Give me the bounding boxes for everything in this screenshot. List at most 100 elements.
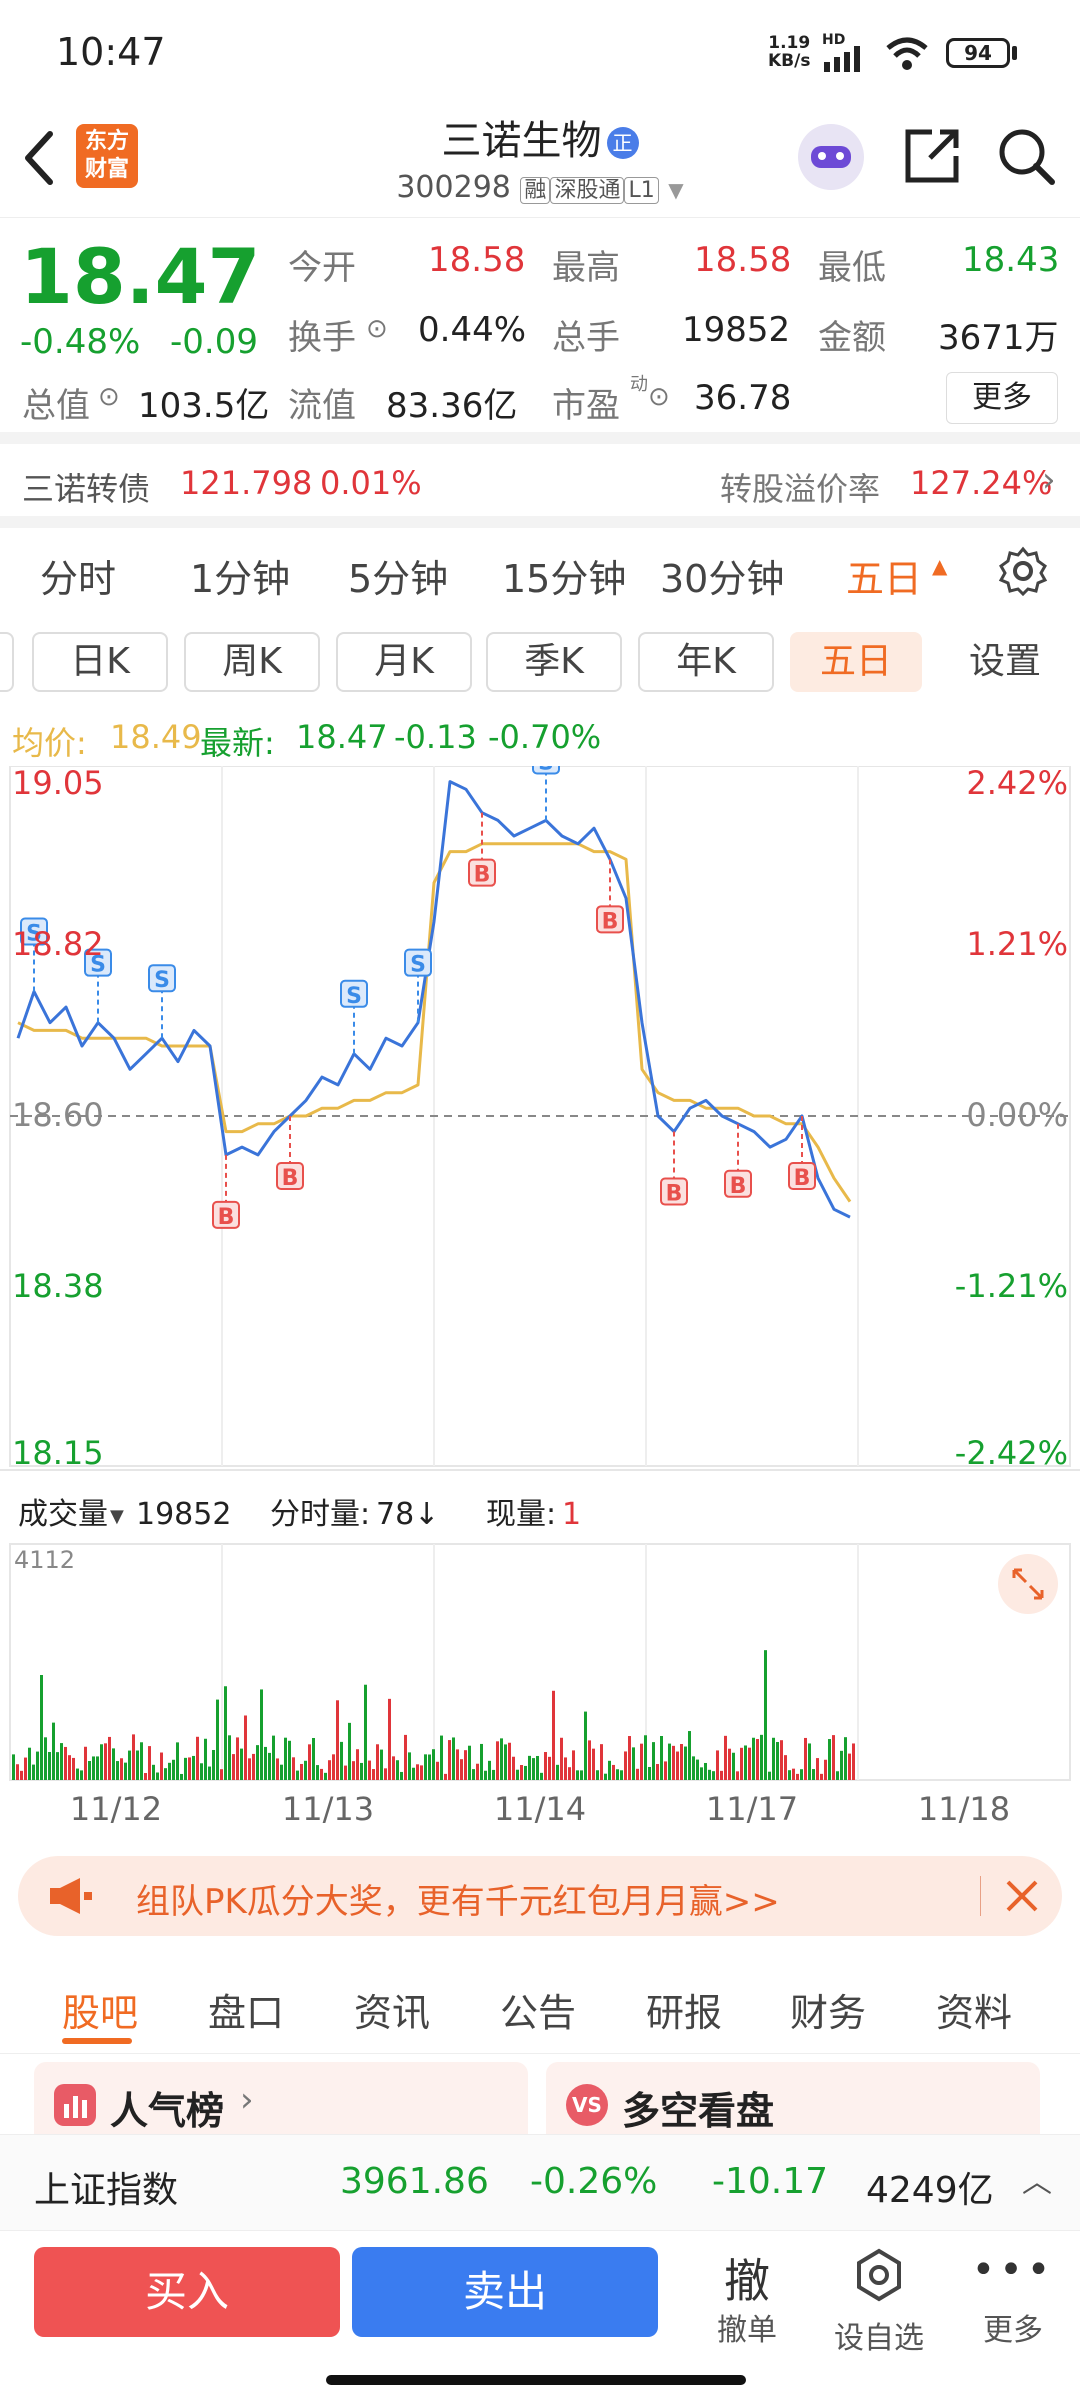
volume-bar [452,1737,455,1780]
volume-bar [460,1759,463,1780]
tab-5min[interactable]: 5分钟 [348,548,448,603]
bull-bear-card[interactable]: VS 多空看盘 [546,2062,1040,2142]
volume-bar [560,1737,563,1780]
more-button[interactable]: 更多 [946,372,1058,424]
volume-bar [664,1761,667,1780]
convertible-bond-row[interactable]: 三诺转债 121.798 0.01% 转股溢价率 127.24% › [0,444,1080,528]
volume-bar [136,1750,139,1780]
chevron-up-icon[interactable]: ︿ [1022,2157,1052,2201]
volume-bar [808,1743,811,1780]
ktab-day[interactable]: 日K [32,632,168,692]
chart-grid [0,766,1080,1781]
net-speed-value: 1.19 [768,33,811,53]
volume-bar [256,1745,259,1780]
kline-tabs: 日K 周K 月K 季K 年K 五日 设置 [0,616,1080,706]
mktcap-value: 103.5亿 [138,386,270,426]
volume-bar [636,1768,639,1780]
volume-bar [480,1743,483,1780]
stock-header: 东方 财富 三诺生物 正 300298 融深股通 L1 ▼ [0,100,1080,218]
volume-bar [748,1747,751,1780]
share-icon[interactable] [902,126,962,186]
info-icon[interactable]: ⊙ [366,314,388,344]
volume-bar [468,1745,471,1780]
volume-label[interactable]: 成交量 [18,1497,108,1532]
ktab-week[interactable]: 周K [184,632,320,692]
info-icon[interactable]: ⊙ [98,382,120,412]
volume-bar [696,1759,699,1780]
volume-bar [20,1770,23,1780]
search-icon[interactable] [996,126,1056,186]
expand-button[interactable] [998,1554,1058,1614]
tab-intraday[interactable]: 分时 [40,548,116,603]
tab-news[interactable]: 资讯 [354,1982,430,2037]
low-value: 18.43 [962,240,1060,280]
tab-profile[interactable]: 资料 [936,1982,1012,2037]
back-icon[interactable] [18,128,58,188]
tab-five-day[interactable]: 五日 [846,548,922,603]
add-watchlist-button[interactable]: 设自选 [824,2245,934,2357]
volume-bar [464,1750,467,1780]
tab-orderbook[interactable]: 盘口 [208,1982,284,2037]
volume-bar [752,1737,755,1780]
five-day-chart[interactable]: SSSBBSSBSBBBB 19.052.42%18.821.21%18.600… [0,766,1080,1830]
volume-bar [316,1765,319,1780]
tab-announcements[interactable]: 公告 [500,1982,576,2037]
index-value: 3961.86 [340,2161,489,2202]
volume-bar [708,1769,711,1780]
sell-button[interactable]: 卖出 [352,2247,658,2337]
ktab-five-day[interactable]: 五日 [790,632,922,692]
index-name: 上证指数 [34,2170,179,2211]
volume-bar [836,1771,839,1780]
info-icon[interactable]: ⊙ [648,382,670,412]
volume-bar [552,1690,555,1780]
y-axis-labels: 19.05 2.42% 18.82 1.21% 18.60 0.00% 18.38 -1.21… [12,766,1068,1472]
volume-bar [436,1761,439,1780]
gear-icon[interactable] [998,546,1048,596]
volume-bar [780,1740,783,1780]
y-tick-left: 18.60 [12,1096,104,1134]
ktab-quarter[interactable]: 季K [486,632,622,692]
volume-bar [772,1737,775,1780]
promo-banner[interactable]: 组队PK瓜分大奖，更有千元红包月月赢>> [18,1856,1062,1936]
premium-label: 转股溢价率 [720,470,881,508]
index-ticker[interactable]: 上证指数 3961.86 -0.26% -10.17 4249亿 ︿ [0,2134,1080,2230]
cancel-label: 撤单 [717,2313,777,2348]
cancel-order-button[interactable]: 撤 撤单 [692,2245,802,2349]
ktab-month[interactable]: 月K [336,632,472,692]
close-icon[interactable] [1004,1878,1040,1914]
ktab-settings[interactable]: 设置 [940,632,1070,692]
tab-15min[interactable]: 15分钟 [502,548,626,603]
y-tick-right: 1.21% [966,925,1068,963]
x-tick-label: 11/14 [494,1790,586,1828]
volume-bar [668,1743,671,1780]
volume-bar [472,1769,475,1780]
buy-marker: B [666,1182,683,1207]
tab-30min[interactable]: 30分钟 [660,548,784,603]
volume-bar [248,1758,251,1780]
open-value: 18.58 [428,240,526,280]
ktab-year[interactable]: 年K [638,632,774,692]
volume-bar [28,1747,31,1780]
tab-forum[interactable]: 股吧 [62,1982,138,2037]
popularity-card[interactable]: 人气榜 › [34,2062,528,2142]
tab-research[interactable]: 研报 [646,1982,722,2037]
volume-value: 19852 [682,310,791,350]
robot-assistant-icon[interactable] [798,124,864,190]
high-label: 最高 [552,248,620,288]
battery-level: 94 [964,41,992,65]
current-price: 18.47 [20,232,261,321]
app-logo: 东方 财富 [76,124,138,188]
volume-bar [328,1760,331,1780]
tick-volume-value: 78 [376,1497,414,1532]
dropdown-icon[interactable]: ▼ [110,1506,124,1527]
stock-title-group[interactable]: 三诺生物 正 300298 融深股通 L1 ▼ [300,108,780,205]
more-menu-button[interactable]: ••• 更多 [958,2245,1068,2349]
volume-bar [12,1754,15,1780]
home-indicator [326,2375,746,2385]
volume-bar [60,1743,63,1780]
average-legend: 均价: 18.49 最新: 18.47 -0.13 -0.70% [0,706,1080,766]
tab-financials[interactable]: 财务 [790,1982,866,2037]
latest-value: 18.47 [296,718,388,756]
tab-1min[interactable]: 1分钟 [190,548,290,603]
buy-button[interactable]: 买入 [34,2247,340,2337]
